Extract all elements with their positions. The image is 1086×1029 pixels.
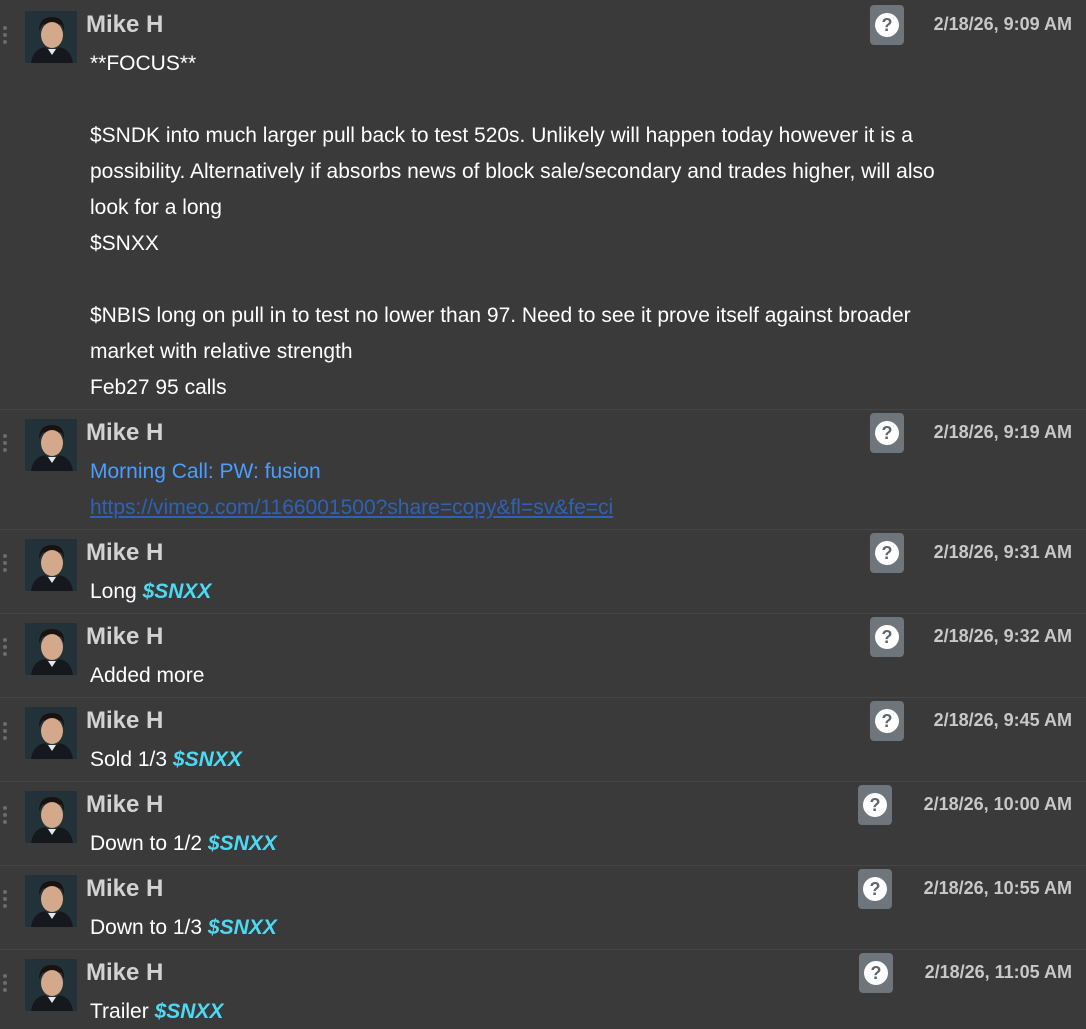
author-name[interactable]: Mike H [86,623,163,651]
question-circle-icon[interactable]: ? [858,869,892,909]
ticker-symbol[interactable]: $SNXX [173,748,242,771]
message: Mike H ? 2/18/26, 9:19 AM Morning Call: … [0,410,1086,530]
message-text: Sold 1/3 [90,748,173,771]
avatar[interactable] [25,419,77,471]
timestamp: 2/18/26, 10:55 AM [923,878,1072,898]
message-line: $SNXX [90,232,159,255]
link-url[interactable]: https://vimeo.com/1166001500?share=copy&… [90,490,1070,526]
message: Mike H ? 2/18/26, 9:09 AM **FOCUS** $SND… [0,0,1086,410]
question-circle-icon[interactable]: ? [858,785,892,825]
timestamp: 2/18/26, 9:31 AM [933,542,1072,562]
question-circle-icon[interactable]: ? [870,617,904,657]
timestamp: 2/18/26, 11:05 AM [924,962,1072,982]
drag-handle-icon[interactable] [3,890,9,910]
author-name[interactable]: Mike H [86,791,163,819]
message-text: Trailer [90,1000,155,1023]
message-body: Morning Call: PW: fusion https://vimeo.c… [90,454,1070,526]
message-line: $NBIS long on pull in to test no lower t… [90,304,911,327]
question-circle-icon[interactable]: ? [870,413,904,453]
message-body: Long $SNXX [90,574,1070,610]
avatar[interactable] [25,959,77,1011]
message-line: market with relative strength [90,340,353,363]
ticker-symbol[interactable]: $SNXX [155,1000,224,1023]
message: Mike H ? 2/18/26, 10:55 AM Down to 1/3 $… [0,866,1086,950]
question-circle-icon[interactable]: ? [870,5,904,45]
drag-handle-icon[interactable] [3,806,9,826]
question-circle-icon[interactable]: ? [870,701,904,741]
message-line: Feb27 95 calls [90,376,227,399]
question-circle-icon[interactable]: ? [859,953,893,993]
ticker-symbol[interactable]: $SNXX [208,832,277,855]
message-line: $SNDK into much larger pull back to test… [90,124,913,147]
timestamp: 2/18/26, 9:09 AM [933,14,1072,34]
author-name[interactable]: Mike H [86,11,163,39]
timestamp: 2/18/26, 9:45 AM [933,710,1072,730]
author-name[interactable]: Mike H [86,959,163,987]
message-text: Added more [90,664,205,687]
message-body: Sold 1/3 $SNXX [90,742,1070,778]
timestamp: 2/18/26, 10:00 AM [923,794,1072,814]
message-body: Trailer $SNXX [90,994,1070,1029]
drag-handle-icon[interactable] [3,722,9,742]
message-feed: Mike H ? 2/18/26, 9:09 AM **FOCUS** $SND… [0,0,1086,1029]
drag-handle-icon[interactable] [3,554,9,574]
author-name[interactable]: Mike H [86,707,163,735]
message-line: **FOCUS** [90,52,197,75]
drag-handle-icon[interactable] [3,638,9,658]
timestamp: 2/18/26, 9:19 AM [933,422,1072,442]
avatar[interactable] [25,539,77,591]
author-name[interactable]: Mike H [86,539,163,567]
drag-handle-icon[interactable] [3,26,9,46]
avatar[interactable] [25,707,77,759]
author-name[interactable]: Mike H [86,875,163,903]
drag-handle-icon[interactable] [3,434,9,454]
question-circle-icon[interactable]: ? [870,533,904,573]
avatar[interactable] [25,875,77,927]
message-body: Added more [90,658,1070,694]
message-text: Long [90,580,143,603]
message: Mike H ? 2/18/26, 9:45 AM Sold 1/3 $SNXX [0,698,1086,782]
ticker-symbol[interactable]: $SNXX [208,916,277,939]
message: Mike H ? 2/18/26, 9:31 AM Long $SNXX [0,530,1086,614]
message-text: Down to 1/3 [90,916,208,939]
avatar[interactable] [25,11,77,63]
message: Mike H ? 2/18/26, 10:00 AM Down to 1/2 $… [0,782,1086,866]
message-line: look for a long [90,196,222,219]
message-body: **FOCUS** $SNDK into much larger pull ba… [90,46,1070,406]
message-line: possibility. Alternatively if absorbs ne… [90,160,935,183]
author-name[interactable]: Mike H [86,419,163,447]
message-body: Down to 1/2 $SNXX [90,826,1070,862]
drag-handle-icon[interactable] [3,974,9,994]
link-preview-title[interactable]: Morning Call: PW: fusion [90,454,1070,490]
timestamp: 2/18/26, 9:32 AM [933,626,1072,646]
avatar[interactable] [25,623,77,675]
ticker-symbol[interactable]: $SNXX [143,580,212,603]
message: Mike H ? 2/18/26, 11:05 AM Trailer $SNXX [0,950,1086,1029]
message-body: Down to 1/3 $SNXX [90,910,1070,946]
message-text: Down to 1/2 [90,832,208,855]
message: Mike H ? 2/18/26, 9:32 AM Added more [0,614,1086,698]
avatar[interactable] [25,791,77,843]
